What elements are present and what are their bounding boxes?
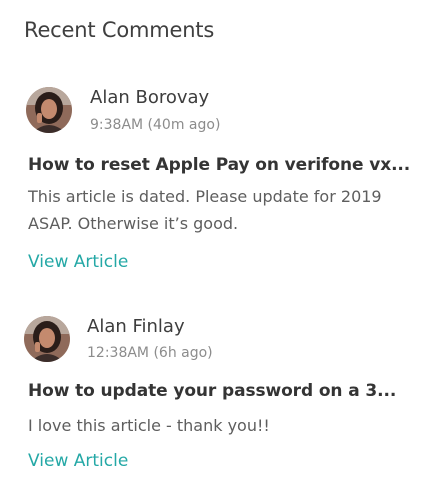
comment-text: I love this article - thank you!! — [28, 416, 270, 435]
avatar-photo — [24, 316, 70, 362]
comment-time: 12:38AM (6h ago) — [87, 345, 213, 361]
comment-author[interactable]: Alan Borovay — [90, 87, 209, 108]
comment-time: 9:38AM (40m ago) — [90, 117, 221, 133]
user-avatar[interactable] — [24, 316, 70, 362]
article-title[interactable]: How to update your password on a 3... — [28, 381, 396, 401]
view-article-link[interactable]: View Article — [28, 451, 128, 471]
comment-author[interactable]: Alan Finlay — [87, 316, 185, 337]
comment-text: This article is dated. Please update for… — [28, 187, 382, 233]
avatar-photo — [26, 87, 72, 133]
article-title[interactable]: How to reset Apple Pay on verifone vx... — [28, 155, 410, 175]
panel-title: Recent Comments — [24, 18, 215, 42]
view-article-link[interactable]: View Article — [28, 252, 128, 272]
user-avatar[interactable] — [26, 87, 72, 133]
